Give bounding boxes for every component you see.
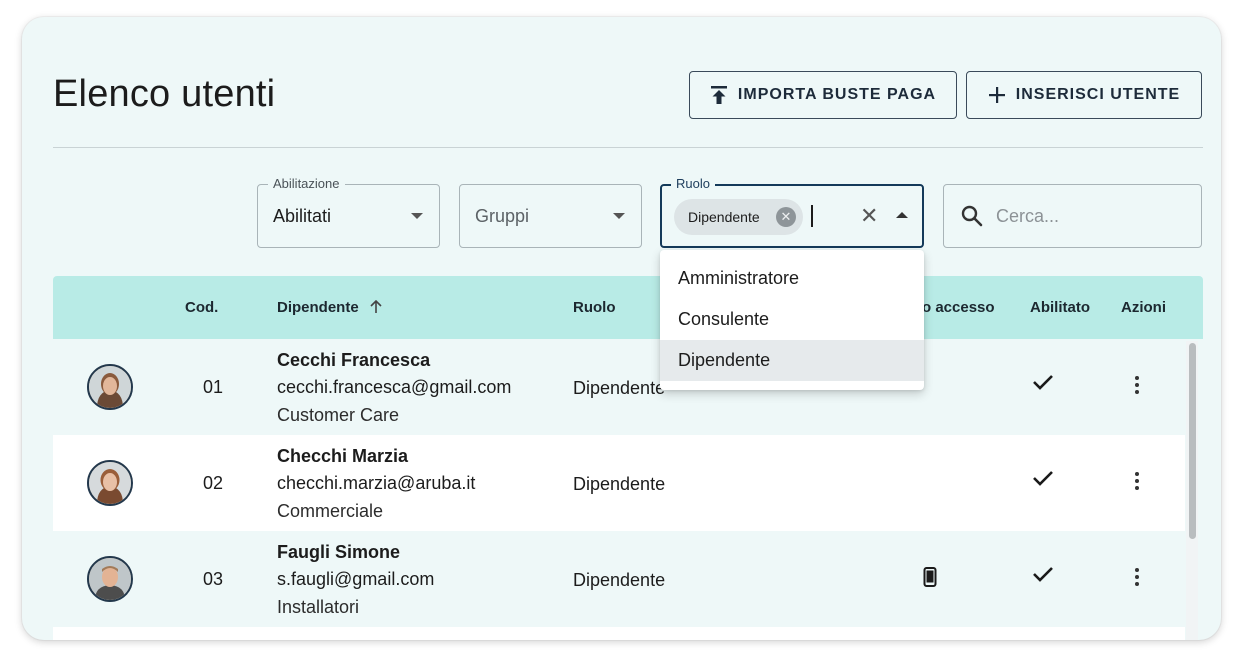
column-header-abilitato[interactable]: Abilitato — [1030, 299, 1090, 316]
column-header-accesso[interactable]: o accesso — [922, 299, 995, 316]
cell-name: Faugli Simone — [277, 542, 401, 562]
column-header-cod[interactable]: Cod. — [185, 299, 218, 316]
page-title: Elenco utenti — [53, 73, 276, 115]
abilitazione-select[interactable]: Abilitazione Abilitati — [257, 176, 440, 248]
ruolo-chip: Dipendente ✕ — [674, 199, 803, 235]
dropdown-option-consulente[interactable]: Consulente — [660, 299, 924, 340]
kebab-menu-icon[interactable] — [1135, 568, 1139, 589]
user-list-card: Elenco utenti IMPORTA BUSTE PAGA INSERIS… — [22, 17, 1221, 640]
kebab-menu-icon[interactable] — [1135, 376, 1139, 397]
cell-department: Installatori — [277, 597, 360, 617]
cell-cod: 01 — [203, 377, 224, 397]
cell-email: cecchi.francesca@gmail.com — [277, 377, 512, 397]
cell-department: Commerciale — [277, 501, 384, 521]
cell-email: s.faugli@gmail.com — [277, 569, 435, 589]
dropdown-option-dipendente[interactable]: Dipendente — [660, 340, 924, 381]
text-caret — [811, 205, 813, 227]
table-row[interactable] — [53, 627, 1185, 640]
chevron-up-icon[interactable] — [896, 212, 908, 218]
column-header-dipendente[interactable]: Dipendente — [277, 299, 383, 316]
ruolo-autocomplete[interactable]: Ruolo Dipendente ✕ ✕ — [660, 176, 924, 248]
cell-name: Cecchi Francesca — [277, 350, 431, 370]
header-divider — [53, 147, 1203, 148]
table-row[interactable]: 03 Faugli Simone s.faugli@gmail.com Inst… — [53, 531, 1185, 627]
column-header-dipendente-label: Dipendente — [277, 299, 359, 316]
scrollbar-thumb[interactable] — [1189, 343, 1196, 539]
cell-name: Checchi Marzia — [277, 446, 409, 466]
cell-role: Dipendente — [573, 570, 666, 590]
plus-icon — [988, 86, 1006, 104]
abilitazione-value: Abilitati — [273, 206, 332, 226]
search-input[interactable]: Cerca... — [943, 184, 1202, 248]
check-icon — [1032, 565, 1054, 588]
ruolo-label: Ruolo — [671, 176, 715, 191]
gruppi-placeholder: Gruppi — [475, 206, 530, 226]
avatar — [87, 364, 133, 410]
avatar — [87, 556, 133, 602]
add-user-button[interactable]: INSERISCI UTENTE — [966, 71, 1202, 119]
table-row[interactable]: 01 Cecchi Francesca cecchi.francesca@gma… — [53, 339, 1185, 435]
cell-department: Customer Care — [277, 405, 400, 425]
smartphone-icon — [923, 567, 937, 592]
cell-cod: 03 — [203, 569, 224, 589]
chip-remove-icon[interactable]: ✕ — [776, 207, 796, 227]
check-icon — [1032, 469, 1054, 492]
cell-cod: 02 — [203, 473, 224, 493]
ruolo-dropdown-menu: Amministratore Consulente Dipendente — [660, 250, 924, 390]
ruolo-chip-label: Dipendente — [688, 209, 760, 225]
import-payslips-button[interactable]: IMPORTA BUSTE PAGA — [689, 71, 957, 119]
search-placeholder: Cerca... — [996, 206, 1060, 226]
import-payslips-label: IMPORTA BUSTE PAGA — [737, 86, 937, 103]
upload-icon — [710, 85, 728, 105]
avatar — [87, 460, 133, 506]
add-user-label: INSERISCI UTENTE — [1015, 86, 1181, 103]
table-header: Cod. Dipendente Ruolo o accesso Abilitat… — [53, 276, 1203, 339]
column-header-ruolo[interactable]: Ruolo — [573, 299, 616, 316]
chevron-down-icon — [613, 213, 625, 219]
clear-icon[interactable]: ✕ — [860, 204, 878, 228]
cell-role: Dipendente — [573, 378, 666, 398]
cell-email: checchi.marzia@aruba.it — [277, 473, 476, 493]
abilitazione-label: Abilitazione — [268, 176, 345, 191]
chevron-down-icon — [411, 213, 423, 219]
check-icon — [1032, 373, 1054, 396]
table-row[interactable]: 02 Checchi Marzia checchi.marzia@aruba.i… — [53, 435, 1185, 531]
cell-role: Dipendente — [573, 474, 666, 494]
column-header-azioni: Azioni — [1121, 299, 1166, 316]
arrow-up-icon — [370, 299, 382, 313]
dropdown-option-amministratore[interactable]: Amministratore — [660, 258, 924, 299]
search-icon — [960, 204, 984, 233]
gruppi-select[interactable]: Gruppi — [459, 184, 642, 248]
kebab-menu-icon[interactable] — [1135, 472, 1139, 493]
